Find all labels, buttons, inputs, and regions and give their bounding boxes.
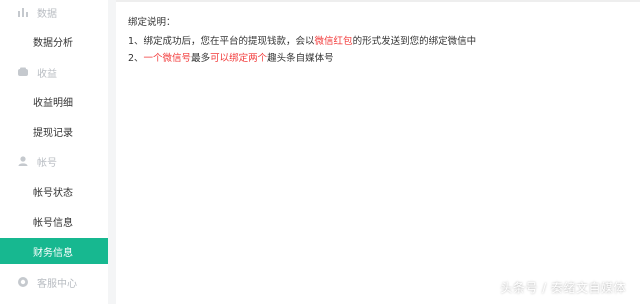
sidebar-item-label: 数据分析 [33, 37, 73, 49]
sidebar-item-account-info[interactable]: 帐号信息 [0, 208, 108, 234]
sidebar-item-withdraw-records[interactable]: 提现记录 [0, 118, 108, 144]
sidebar-section-account: 帐号 [17, 153, 57, 169]
sidebar-item-earnings-detail[interactable]: 收益明细 [0, 88, 108, 114]
binding-notes-heading: 绑定说明： [128, 17, 176, 28]
note-highlight: 一个微信号 [143, 53, 192, 64]
sidebar-section-label: 数据 [37, 8, 57, 20]
note-text: 的形式发送到您的绑定微信中 [352, 36, 477, 47]
sidebar-section-label: 帐号 [37, 157, 57, 169]
note-text: 2、 [128, 53, 144, 64]
note-highlight: 微信红包 [314, 36, 353, 47]
sidebar-item-label: 财务信息 [33, 247, 73, 259]
sidebar: 数据 数据分析 收益 收益明细 提现记录 帐号 帐号状态 帐号信息 财务信息 客… [0, 0, 108, 304]
headset-icon [17, 276, 29, 288]
note-text: 1、绑定成功后，您在平台的提现钱款，会以 [128, 36, 315, 47]
sidebar-section-label: 收益 [37, 68, 57, 80]
bar-chart-icon [17, 6, 29, 18]
sidebar-section-label: 客服中心 [37, 278, 77, 290]
sidebar-item-label: 帐号状态 [33, 187, 73, 199]
sidebar-item-account-status[interactable]: 帐号状态 [0, 178, 108, 204]
note-text: 最多 [191, 53, 211, 64]
sidebar-section-earnings: 收益 [17, 64, 57, 80]
note-highlight: 可以绑定两个 [210, 53, 268, 64]
sidebar-item-label: 帐号信息 [33, 217, 73, 229]
sidebar-item-financial-info[interactable]: 财务信息 [0, 238, 108, 264]
sidebar-section-support: 客服中心 [17, 274, 77, 290]
watermark: 头条号 / 秦绪文自媒体 [500, 281, 626, 295]
binding-note-1: 1、绑定成功后，您在平台的提现钱款，会以微信红包的形式发送到您的绑定微信中 [128, 33, 476, 47]
user-icon [17, 155, 29, 167]
binding-note-2: 2、一个微信号最多可以绑定两个趣头条自媒体号 [128, 50, 334, 64]
sidebar-item-label: 提现记录 [33, 127, 73, 139]
wallet-icon [17, 66, 29, 78]
sidebar-item-label: 收益明细 [33, 97, 73, 109]
sidebar-section-data: 数据 [17, 4, 57, 20]
sidebar-item-data-analysis[interactable]: 数据分析 [0, 28, 108, 54]
note-text: 趣头条自媒体号 [267, 53, 334, 64]
main-content: 绑定说明： 1、绑定成功后，您在平台的提现钱款，会以微信红包的形式发送到您的绑定… [116, 0, 640, 304]
divider [116, 0, 640, 2]
